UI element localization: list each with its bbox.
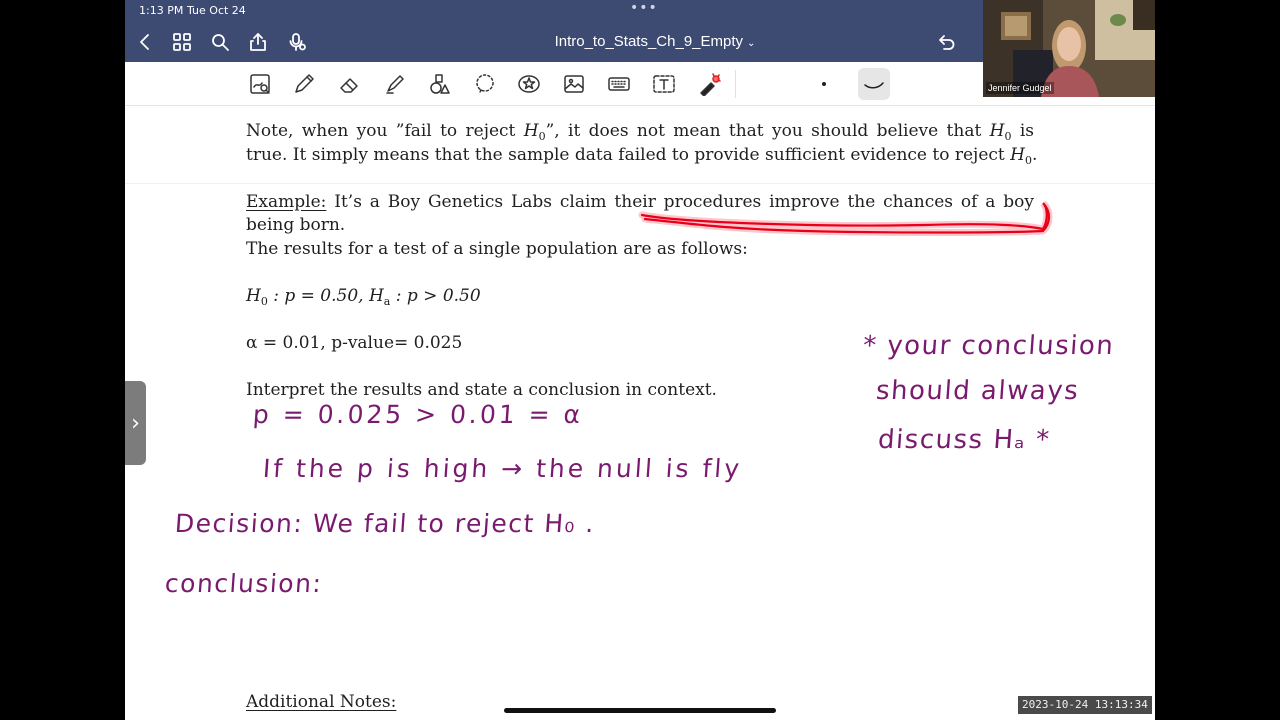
eraser-tool-icon[interactable]	[336, 70, 364, 98]
note-text: true. It simply means that the sample da…	[246, 145, 1011, 165]
sticker-tool-icon[interactable]	[515, 70, 543, 98]
webcam-overlay: Jennifer Gudgel	[983, 0, 1155, 97]
handwritten-decision: Decision: We fail to reject H₀ .	[173, 509, 597, 538]
multitask-dots-icon[interactable]: •••	[630, 0, 658, 16]
lasso-tool-icon[interactable]	[471, 70, 499, 98]
notebook-page[interactable]: Note, when you ”fail to reject H0”, it d…	[125, 107, 1155, 720]
undo-icon[interactable]	[934, 30, 958, 54]
image-tool-icon[interactable]	[560, 70, 588, 98]
grid-view-icon[interactable]	[170, 30, 194, 54]
page-section-divider	[125, 183, 1155, 184]
h0-subscript: 0	[1024, 154, 1032, 167]
h0-symbol: H	[989, 121, 1005, 141]
toolbar-divider	[735, 70, 736, 98]
hypotheses-line: H0 : p = 0.50, Ha : p > 0.50	[246, 286, 481, 308]
note-text: ”, it does not mean that you should beli…	[545, 121, 990, 141]
goodnotes-window: 1:13 PM Tue Oct 24 ••• Intro_to_Stats_Ch…	[125, 0, 1155, 720]
h0-symbol: H	[523, 121, 539, 141]
share-icon[interactable]	[246, 30, 270, 54]
pen-stroke-style-icon[interactable]	[858, 68, 890, 100]
keyboard-tool-icon[interactable]	[605, 70, 633, 98]
results-line: The results for a test of a single popul…	[246, 239, 748, 259]
home-indicator[interactable]	[504, 708, 776, 713]
text-tool-icon[interactable]	[650, 70, 678, 98]
example-label: Example:	[246, 192, 327, 212]
pen-size-dot-icon[interactable]	[822, 82, 826, 86]
note-text: Note, when you ”fail to reject	[246, 121, 524, 141]
handwritten-conclusion-label: conclusion:	[163, 569, 324, 598]
additional-notes-heading: Additional Notes:	[246, 692, 397, 712]
participant-name: Jennifer Gudgel	[986, 82, 1054, 94]
document-title[interactable]: Intro_to_Stats_Ch_9_Empty ⌄	[485, 33, 825, 50]
note-text: is	[1011, 121, 1034, 141]
example-line-1: Example: It’s a Boy Genetics Labs claim …	[246, 192, 1034, 212]
alternative-hypothesis: : p > 0.50	[390, 286, 481, 306]
title-chevron-down-icon: ⌄	[747, 38, 756, 49]
expand-side-panel-chevron-icon[interactable]: ›	[125, 381, 146, 465]
document-title-text: Intro_to_Stats_Ch_9_Empty	[554, 33, 744, 50]
h0-symbol: H	[246, 286, 261, 306]
status-date: Tue Oct 24	[187, 4, 246, 17]
search-icon[interactable]	[208, 30, 232, 54]
note-line-2: true. It simply means that the sample da…	[246, 145, 1037, 167]
h0-subscript: 0	[538, 130, 546, 143]
example-text: It’s a Boy Genetics Labs claim their pro…	[326, 192, 1034, 212]
h0-symbol: H	[1010, 145, 1025, 165]
microphone-icon[interactable]	[285, 30, 309, 54]
null-hypothesis: : p = 0.50,	[267, 286, 369, 306]
note-text: .	[1031, 145, 1038, 165]
interpret-instruction: Interpret the results and state a conclu…	[246, 380, 717, 400]
handwritten-rule-of-thumb: If the p is high → the null is fly	[261, 454, 744, 483]
pen-tool-icon[interactable]	[290, 70, 318, 98]
handwritten-side-note-line-1: * your conclusion	[861, 331, 1116, 361]
highlighter-tool-icon[interactable]	[381, 70, 409, 98]
recording-timestamp: 2023-10-24 13:13:34	[1018, 696, 1152, 714]
handwritten-pvalue-comparison: p = 0.025 > 0.01 = α	[251, 400, 585, 429]
laser-pointer-tool-icon[interactable]	[695, 70, 723, 98]
handwritten-side-note-line-2: should always	[874, 376, 1081, 406]
handwritten-side-note-line-3: discuss Hₐ *	[876, 425, 1052, 455]
h0-subscript: 0	[260, 295, 268, 308]
status-time: 1:13 PM	[139, 4, 184, 17]
ha-symbol: H	[368, 286, 384, 306]
alpha-pvalue-line: α = 0.01, p-value= 0.025	[246, 333, 463, 353]
note-line-1: Note, when you ”fail to reject H0”, it d…	[246, 121, 1034, 143]
example-line-2: being born.	[246, 215, 346, 235]
back-chevron-icon[interactable]	[133, 30, 157, 54]
document-scan-tool-icon[interactable]	[246, 70, 274, 98]
shapes-tool-icon[interactable]	[426, 70, 454, 98]
